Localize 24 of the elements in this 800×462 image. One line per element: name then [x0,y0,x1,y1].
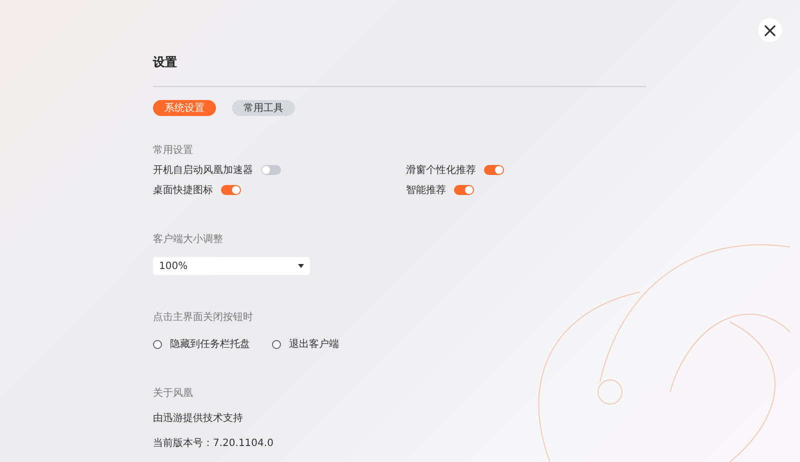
section-heading: 点击主界面关闭按钮时 [153,311,254,325]
setting-label: 滑窗个性化推荐 [406,164,476,177]
about-text: 由迅游提供技术支持 [153,412,244,426]
close-button[interactable]: × [758,18,782,42]
size-dropdown[interactable]: 100% [153,257,310,275]
section-heading: 关于风凰 [153,387,194,401]
section-heading: 常用设置 [153,144,194,158]
toggle-switch[interactable] [484,165,504,175]
toggle-switch[interactable] [221,185,241,195]
tab[interactable]: 常用工具 [232,100,295,116]
toggle-switch[interactable] [454,185,474,195]
option-label: 隐藏到任务栏托盘 [170,338,250,351]
setting-label: 桌面快捷图标 [153,184,213,197]
option-label: 退出客户端 [289,338,339,351]
dropdown-value: 100% [159,260,188,272]
radio-button[interactable] [272,340,281,348]
radio-button[interactable] [153,340,162,348]
toggle-switch[interactable] [261,165,281,175]
setting-label: 开机自启动风凰加速器 [153,164,253,177]
section-heading: 客户端大小调整 [153,233,224,247]
about-text: 当前版本号：7.20.1104.0 [153,437,274,451]
caret-icon [298,264,304,268]
settings-title: 设置 [153,54,178,70]
setting-label: 智能推荐 [406,184,446,197]
